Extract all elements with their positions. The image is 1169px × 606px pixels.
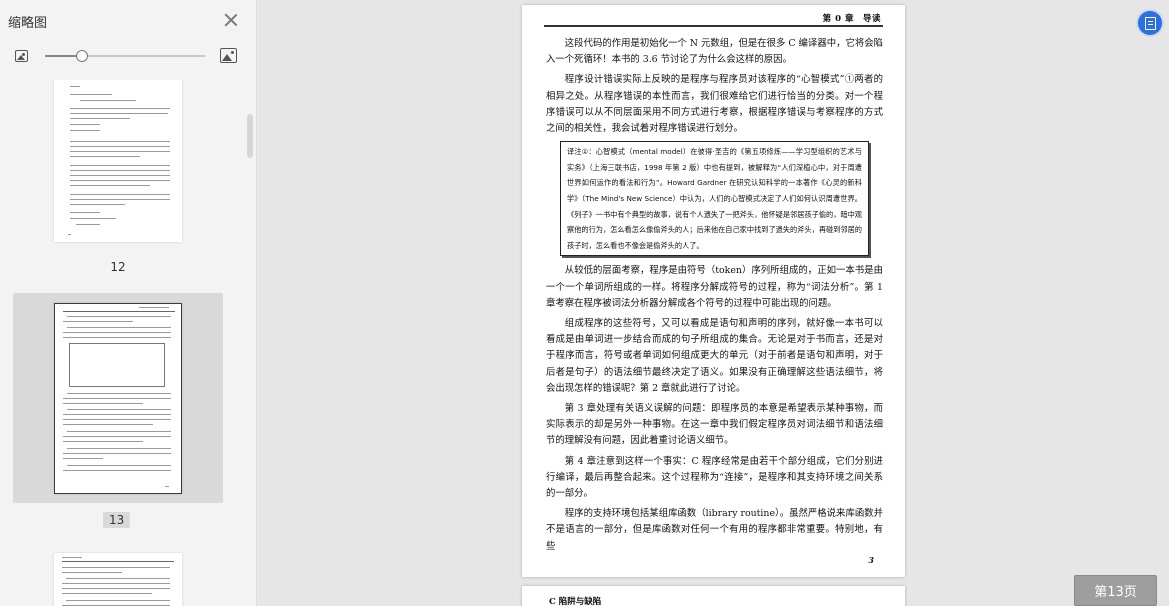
thumbnail-page-number: 12 xyxy=(110,260,126,274)
current-page-indicator: 第13页 xyxy=(1074,575,1157,606)
document-icon xyxy=(1144,16,1156,30)
close-icon[interactable] xyxy=(222,11,240,29)
next-document-page: C 陷阱与缺陷 xyxy=(522,586,905,606)
thumbnail-image xyxy=(54,303,182,494)
paragraph: 程序的支持环境包括某组库函数（library routine）。虽然严格说来库函… xyxy=(546,508,883,552)
paragraph: 从较低的层面考察，程序是由符号（token）序列所组成的，正如一本书是由一个一个… xyxy=(546,265,883,309)
slider-handle[interactable] xyxy=(75,50,88,62)
running-header: 第 0 章 导读 xyxy=(822,14,881,24)
paragraph: 程序设计错误实际上反映的是程序与程序员对该程序的“心智模式”①两者的相异之处。从… xyxy=(546,74,883,135)
translator-note: 译注①：心智模式（mental model）在彼得·圣吉的《第五项修炼——学习型… xyxy=(560,141,869,257)
paragraph: 第 3 章处理有关语义误解的问题：即程序员的本意是希望表示某种事物，而实际表示的… xyxy=(546,403,883,447)
thumbnail-image xyxy=(54,553,182,606)
paragraph: 这段代码的作用是初始化一个 N 元数组，但是在很多 C 编译器中，它将会陷入一个… xyxy=(546,38,883,66)
thumbnail-list[interactable]: 12 13 xyxy=(0,80,256,606)
sidebar-scrollbar[interactable] xyxy=(247,114,253,158)
thumbnail-zoom-control xyxy=(0,44,256,68)
thumbnail-size-slider[interactable] xyxy=(45,50,205,62)
paragraph: 第 4 章注意到这样一个事实：C 程序经常是由若干个部分组成，它们分别进行编译，… xyxy=(546,455,883,500)
thumbnail-page-14[interactable] xyxy=(13,543,223,606)
thumbnail-sidebar: 缩略图 12 13 xyxy=(0,0,257,606)
thumbnail-page-13[interactable]: 13 xyxy=(13,293,223,528)
page-text: 这段代码的作用是初始化一个 N 元数组，但是在很多 C 编译器中，它将会陷入一个… xyxy=(546,36,883,559)
document-viewport[interactable]: 第 0 章 导读 这段代码的作用是初始化一个 N 元数组，但是在很多 C 编译器… xyxy=(258,0,1169,606)
document-page: 第 0 章 导读 这段代码的作用是初始化一个 N 元数组，但是在很多 C 编译器… xyxy=(522,5,905,577)
paragraph: 组成程序的这些符号，又可以看成是语句和声明的序列，就好像一本书可以看成是由单词进… xyxy=(546,317,883,394)
page-number: 3 xyxy=(868,555,874,565)
document-tools-button[interactable] xyxy=(1136,9,1164,37)
image-large-icon[interactable] xyxy=(220,48,237,63)
thumbnail-page-12[interactable]: 12 xyxy=(13,80,223,274)
image-small-icon[interactable] xyxy=(15,50,28,62)
thumbnail-page-number: 13 xyxy=(103,512,131,528)
sidebar-title: 缩略图 xyxy=(8,16,48,31)
thumbnail-image xyxy=(54,80,182,242)
running-header: C 陷阱与缺陷 xyxy=(549,597,602,606)
header-rule xyxy=(544,25,883,27)
